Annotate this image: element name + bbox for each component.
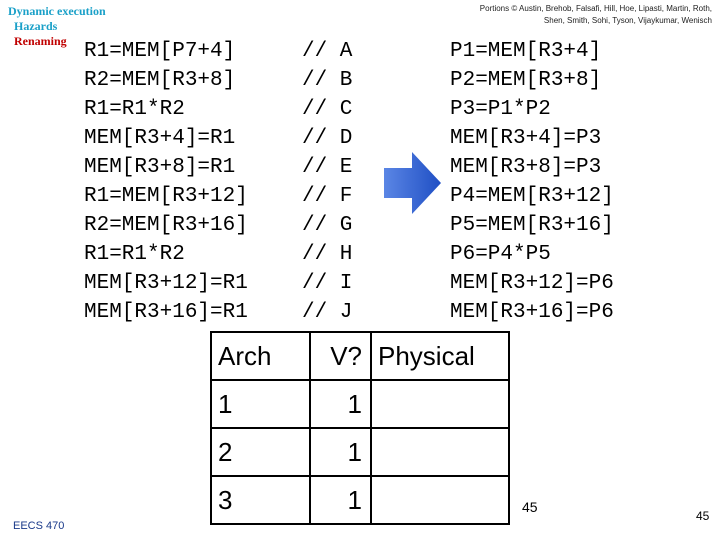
code-line: R1=R1*R2 xyxy=(84,243,185,266)
code-line: R1=R1*R2 xyxy=(84,98,185,121)
nav-subsection: Hazards xyxy=(14,19,58,33)
cell-valid: 1 xyxy=(309,379,372,429)
table-row: 11 xyxy=(210,379,510,429)
cell-valid: 1 xyxy=(309,475,372,525)
comments: // A // B // C // D // E // F // G // H // I // J xyxy=(302,37,352,327)
renamed-line: MEM[R3+4]=P3 xyxy=(450,127,602,150)
comment-line: // I xyxy=(302,272,353,295)
code-line: R1=MEM[R3+12] xyxy=(84,185,248,208)
cell-valid: 1 xyxy=(309,427,372,477)
comment-line: // B xyxy=(302,69,353,92)
credit-line: Portions © Austin, Brehob, Falsafi, Hill… xyxy=(479,4,712,13)
renamed-line: P5=MEM[R3+16] xyxy=(450,214,614,237)
code-line: MEM[R3+8]=R1 xyxy=(84,156,236,179)
renamed-line: P4=MEM[R3+12] xyxy=(450,185,614,208)
comment-line: // H xyxy=(302,243,353,266)
nav-current: Renaming xyxy=(14,34,67,48)
credit-line: Shen, Smith, Sohi, Tyson, Vijaykumar, We… xyxy=(543,16,712,25)
comment-line: // J xyxy=(302,301,353,324)
cell-arch: 1 xyxy=(210,379,311,429)
cell-arch: 3 xyxy=(210,475,311,525)
comment-line: // E xyxy=(302,156,353,179)
cell-arch: 2 xyxy=(210,427,311,477)
code-line: MEM[R3+12]=R1 xyxy=(84,272,248,295)
original-code: R1=MEM[P7+4] R2=MEM[R3+8] R1=R1*R2 MEM[R3+4… xyxy=(84,37,248,327)
course-label: EECS 470 xyxy=(13,520,65,532)
page-number-center: 45 xyxy=(522,499,538,515)
code-line: R2=MEM[R3+16] xyxy=(84,214,248,237)
credit: Portions © Austin, Brehob, Falsafi, Hill… xyxy=(480,3,712,27)
right-arrow-icon xyxy=(384,152,441,214)
header-arch: Arch xyxy=(210,331,311,381)
renamed-line: MEM[R3+8]=P3 xyxy=(450,156,602,179)
renamed-line: MEM[R3+12]=P6 xyxy=(450,272,614,295)
code-line: R2=MEM[R3+8] xyxy=(84,69,236,92)
renamed-line: P1=MEM[R3+4] xyxy=(450,40,602,63)
header-physical: Physical xyxy=(370,331,510,381)
cell-physical xyxy=(370,427,510,477)
comment-line: // G xyxy=(302,214,353,237)
nav-section: Dynamic execution xyxy=(8,4,106,18)
table-header-row: Arch V? Physical xyxy=(210,331,510,381)
renamed-line: P6=P4*P5 xyxy=(450,243,551,266)
comment-line: // C xyxy=(302,98,353,121)
renamed-code: P1=MEM[R3+4] P2=MEM[R3+8] P3=P1*P2 MEM[R3+4… xyxy=(450,37,614,327)
rename-table: Arch V? Physical 11 21 31 xyxy=(210,331,510,525)
page-number: 45 xyxy=(696,509,710,523)
table-row: 31 xyxy=(210,475,510,525)
cell-physical xyxy=(370,379,510,429)
comment-line: // F xyxy=(302,185,353,208)
renamed-line: MEM[R3+16]=P6 xyxy=(450,301,614,324)
renamed-line: P2=MEM[R3+8] xyxy=(450,69,602,92)
code-line: R1=MEM[P7+4] xyxy=(84,40,236,63)
header-valid: V? xyxy=(309,331,372,381)
slide: Dynamic execution Hazards Renaming Porti… xyxy=(0,0,720,540)
code-line: MEM[R3+4]=R1 xyxy=(84,127,236,150)
comment-line: // A xyxy=(302,40,353,63)
cell-physical xyxy=(370,475,510,525)
comment-line: // D xyxy=(302,127,353,150)
code-line: MEM[R3+16]=R1 xyxy=(84,301,248,324)
renamed-line: P3=P1*P2 xyxy=(450,98,551,121)
table-row: 21 xyxy=(210,427,510,477)
